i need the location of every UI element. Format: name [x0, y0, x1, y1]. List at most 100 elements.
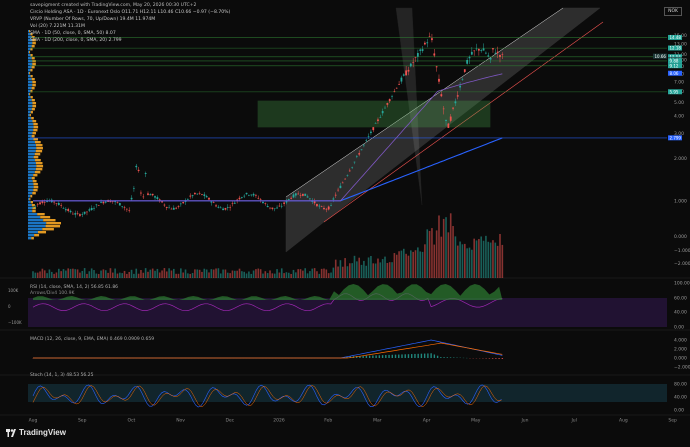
vp-row-up — [28, 108, 32, 110]
x-tick-label: Aug — [619, 418, 628, 424]
volume-bar — [215, 268, 217, 278]
candle-body — [436, 66, 438, 67]
volume-bar — [166, 271, 168, 278]
candle-body — [398, 84, 400, 85]
volume-bar — [448, 232, 450, 278]
vp-row-up — [28, 159, 35, 161]
candle-body — [217, 207, 219, 208]
volume-bar — [243, 272, 245, 278]
volume-bar — [424, 244, 426, 278]
macd-hist-bar — [382, 355, 383, 358]
macd-hist-bar — [424, 354, 425, 358]
macd-hist-bar — [427, 353, 428, 358]
vp-row-up — [28, 171, 35, 173]
macd-hist-bar — [392, 355, 393, 358]
volume-bar — [145, 268, 147, 278]
candle-body — [91, 208, 93, 210]
candle-body — [274, 208, 276, 209]
candle-body — [415, 57, 417, 58]
candle-body — [391, 96, 393, 97]
volume-bar — [480, 236, 482, 278]
volume-bar — [476, 240, 478, 278]
vp-row-up — [28, 180, 33, 182]
candle-body — [459, 86, 461, 88]
volume-bar — [232, 271, 234, 278]
volume-bar — [323, 269, 325, 278]
vp-row-up — [28, 231, 38, 233]
candle-body — [173, 208, 175, 210]
candle-body — [316, 204, 318, 206]
volume-bar — [478, 239, 480, 278]
volume-bar — [375, 264, 377, 278]
candle-body — [232, 203, 234, 204]
volume-bar — [201, 272, 203, 278]
volume-bar — [487, 242, 489, 278]
volume-bar — [450, 213, 452, 278]
macd-hist-bar — [372, 356, 373, 359]
macd-hist-bar — [395, 355, 396, 358]
price-label: 12.18 — [670, 46, 682, 51]
candle-body — [65, 209, 67, 210]
volume-bar — [32, 271, 34, 278]
volume-bar — [405, 254, 407, 278]
candle-body — [271, 208, 273, 209]
vp-row-up — [28, 105, 32, 107]
volume-bar — [70, 269, 72, 278]
x-tick-label: Oct — [128, 418, 136, 424]
volume-bar — [330, 273, 332, 278]
stoch-tick: 40.00 — [674, 395, 687, 401]
volume-bar — [333, 268, 335, 278]
vp-row-down — [36, 150, 42, 152]
volume-bar — [265, 271, 267, 278]
macd-hist-bar — [375, 355, 376, 358]
volume-bar — [276, 269, 278, 278]
vp-row-up — [28, 195, 30, 197]
volume-bar — [391, 262, 393, 278]
currency-button[interactable]: NOK — [664, 7, 682, 16]
candle-body — [297, 194, 299, 195]
vp-row-up — [28, 222, 46, 224]
vp-row-up — [28, 51, 29, 53]
volume-bar — [105, 270, 107, 278]
volume-bar — [171, 271, 173, 278]
macd-hist-bar — [421, 354, 422, 358]
volume-bar — [196, 269, 198, 278]
price-chart-svg[interactable]: AugSepOctNovDec2026FebMarAprMayJunJulAug… — [0, 0, 690, 443]
vp-row-down — [36, 168, 42, 170]
macd-hist-bar — [440, 357, 441, 358]
candle-body — [462, 79, 464, 80]
volume-bar — [63, 269, 65, 278]
volume-bar — [473, 239, 475, 278]
vp-row-down — [36, 162, 43, 164]
vp-row-up — [28, 177, 32, 179]
volume-bar — [39, 271, 41, 278]
candle-body — [126, 209, 128, 210]
volume-bar — [194, 269, 196, 278]
candle-body — [210, 202, 212, 203]
price-label: 14.48 — [670, 35, 682, 40]
volume-bar — [250, 274, 252, 278]
volume-bar — [89, 271, 91, 278]
volume-bar — [281, 268, 283, 278]
candle-body — [220, 208, 222, 209]
macd-hist-bar — [434, 354, 435, 358]
volume-bar — [300, 269, 302, 278]
volume-bar — [382, 259, 384, 278]
volume-bar — [483, 241, 485, 278]
legend-line: SMA · 1D (50, close, 0, SMA, 50) 8.07 — [30, 31, 116, 36]
volume-bar — [288, 273, 290, 278]
candle-body — [248, 195, 250, 196]
candle-body — [215, 205, 217, 206]
candle-body — [405, 70, 407, 75]
candle-body — [149, 194, 151, 195]
volume-bar — [307, 273, 309, 278]
candle-body — [452, 108, 454, 109]
vp-row-up — [28, 189, 33, 191]
volume-bar — [471, 250, 473, 278]
vp-row-up — [28, 96, 31, 98]
volume-bar — [462, 244, 464, 278]
candle-body — [257, 198, 259, 199]
vp-row-up — [28, 237, 31, 239]
candle-body — [361, 149, 363, 150]
vp-row-up — [28, 117, 31, 119]
